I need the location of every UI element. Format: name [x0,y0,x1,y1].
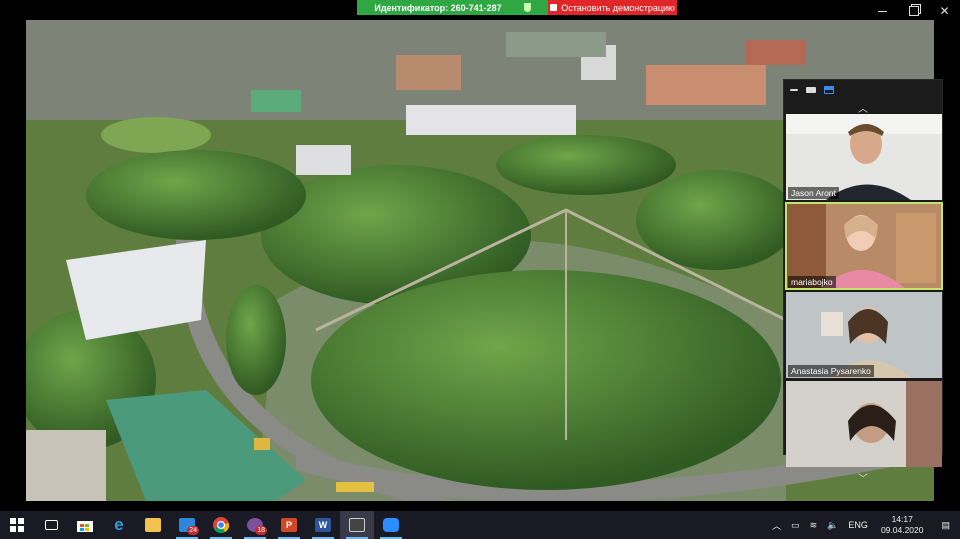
start-icon [10,518,24,532]
media-player-button[interactable] [340,511,374,539]
gallery-toolbar [784,80,942,100]
clock-time: 14:17 [891,514,913,524]
shield-icon [523,3,531,12]
volume-icon[interactable]: 🔈 [822,520,843,531]
chrome-button[interactable] [204,511,238,539]
windows-taskbar: e 24 18 P W ︿ ▭ ≋ 🔈 ENG 14:17 09.04.2020… [0,511,960,539]
mail-button[interactable]: 24 [170,511,204,539]
task-view-icon [44,520,58,530]
single-view-icon[interactable] [806,87,816,93]
store-icon [77,521,93,532]
chrome-icon [213,517,229,533]
powerpoint-button[interactable]: P [272,511,306,539]
powerpoint-icon: P [281,518,297,532]
minimize-icon[interactable] [867,0,898,22]
minimize-gallery-icon[interactable] [790,89,798,91]
participant-tile[interactable]: Anastasia Pysarenko [786,292,942,378]
participant-name: Jason Aront [788,187,839,199]
file-explorer-button[interactable] [136,511,170,539]
participant-tile-active-speaker[interactable]: mariabojko [785,202,943,290]
file-explorer-icon [145,518,161,532]
screen-share-bar: Идентификатор: 260-741-287 Остановить де… [357,0,677,15]
window-controls: ✕ [867,0,960,22]
zoom-button[interactable] [374,511,408,539]
system-tray: ︿ ▭ ≋ 🔈 ENG 14:17 09.04.2020 ▤ [767,511,960,539]
participant-name: mariabojko [788,276,836,288]
gallery-view-icon[interactable] [824,86,834,94]
chevron-up-icon[interactable]: ︿ [784,100,942,115]
edge-icon: e [114,515,124,534]
viber-badge: 18 [255,526,267,535]
meeting-id-label: Идентификатор: 260-741-287 [374,2,502,13]
zoom-screen-share: Идентификатор: 260-741-287 Остановить де… [0,0,960,539]
meeting-id-badge[interactable]: Идентификатор: 260-741-287 [357,0,548,15]
chevron-up-icon[interactable]: ︿ [767,519,786,532]
language-indicator[interactable]: ENG [843,520,873,530]
viber-button[interactable]: 18 [238,511,272,539]
zoom-icon [383,518,399,532]
edge-button[interactable]: e [102,511,136,539]
word-icon: W [315,518,331,532]
stop-share-label: Остановить демонстрацию [561,2,675,13]
chevron-down-icon[interactable]: ﹀ [784,470,942,485]
close-icon[interactable]: ✕ [929,0,960,22]
participant-name: Anastasia Pysarenko [788,365,874,377]
word-button[interactable]: W [306,511,340,539]
participant-video [786,381,942,467]
notifications-icon[interactable]: ▤ [931,520,960,531]
zoom-tray-icon[interactable]: ▭ [786,520,805,531]
participant-tile[interactable]: Jason Aront [786,114,942,200]
start-button[interactable] [0,511,34,539]
media-player-icon [349,518,365,532]
store-button[interactable] [68,511,102,539]
clock[interactable]: 14:17 09.04.2020 [873,514,932,536]
participant-tile[interactable] [786,381,942,467]
mail-badge: 24 [187,526,199,535]
participant-gallery: ︿ Jason Aront mariabojko Anastasia Pysar… [783,79,943,485]
stop-share-button[interactable]: Остановить демонстрацию [548,0,677,15]
task-view-button[interactable] [34,511,68,539]
network-icon[interactable]: ≋ [805,520,823,531]
restore-icon[interactable] [898,0,929,22]
clock-date: 09.04.2020 [880,525,924,535]
stop-icon [550,4,558,11]
